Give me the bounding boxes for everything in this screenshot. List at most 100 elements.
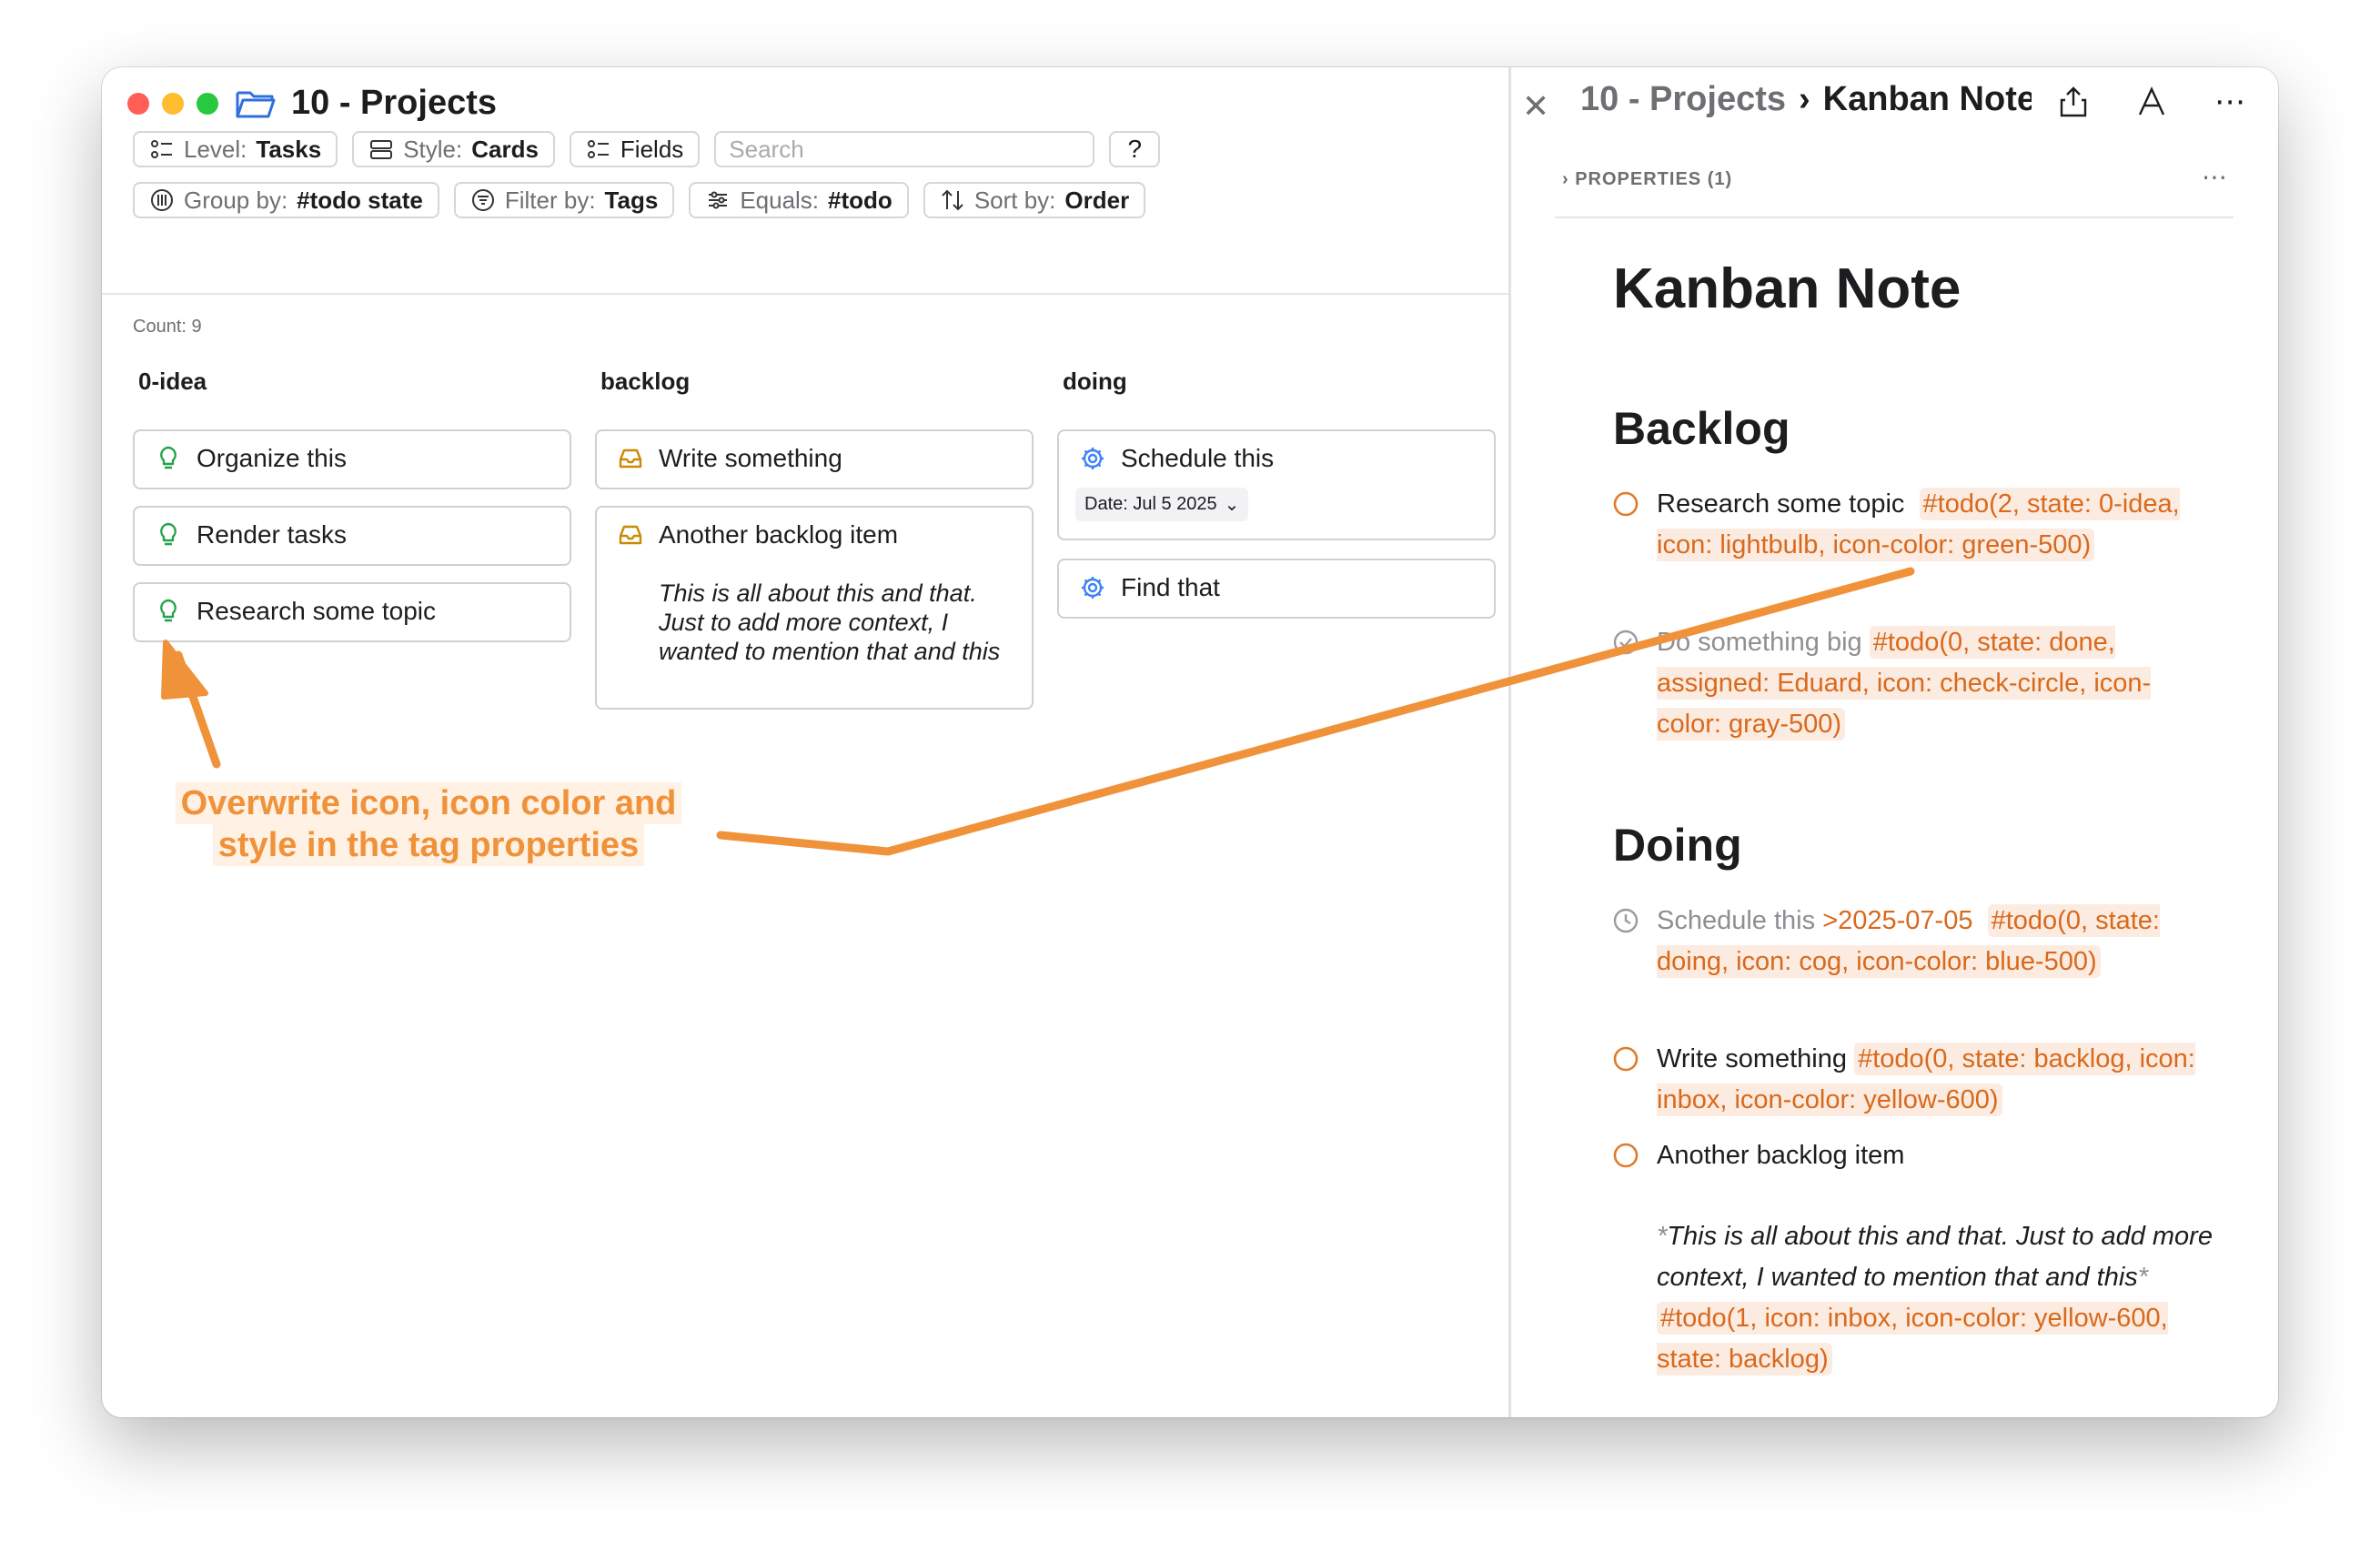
sort-arrows-icon <box>942 189 963 211</box>
level-chip[interactable]: Level: Tasks <box>133 131 338 167</box>
chevron-right-icon: › <box>1799 80 1810 118</box>
sort-by-chip[interactable]: Sort by: Order <box>923 182 1146 218</box>
kanban-card[interactable]: Another backlog item This is all about t… <box>595 506 1034 710</box>
heading-doing: Doing <box>1613 820 1742 871</box>
cog-icon <box>1082 577 1104 599</box>
card-title: Write something <box>659 444 842 472</box>
properties-more-icon[interactable]: ⋯ <box>2202 162 2227 192</box>
chevron-right-icon: › <box>1562 169 1576 189</box>
help-button[interactable]: ? <box>1109 131 1161 167</box>
todo-text: Another backlog item <box>1657 1141 1905 1170</box>
annotation-line-2: style in the tag properties <box>212 824 645 866</box>
note-pane: ✕ 10 - Projects › Kanban Note ⋯ › PROPER… <box>1511 67 2278 1417</box>
circle-icon[interactable] <box>1613 1046 1639 1072</box>
annotation-line-1: Overwrite icon, icon color and <box>175 782 682 824</box>
todo-body: This is all about this and that. Just to… <box>1657 1222 2213 1292</box>
date-chip[interactable]: Date: Jul 5 2025 ⌄ <box>1075 488 1249 521</box>
search-placeholder: Search <box>729 135 804 163</box>
folder-open-icon <box>236 91 276 117</box>
kanban-card[interactable]: Organize this <box>133 429 571 489</box>
column-title-backlog: backlog <box>600 368 691 395</box>
grid-circle-icon <box>151 189 173 211</box>
close-window-button[interactable] <box>127 93 149 115</box>
toolbar-divider <box>102 293 1510 295</box>
todo-text: Do something big <box>1657 628 1862 657</box>
group-by-chip[interactable]: Group by: #todo state <box>133 182 439 218</box>
font-style-icon[interactable] <box>2136 86 2167 118</box>
italic-marker: * <box>2137 1263 2149 1292</box>
search-input[interactable]: Search <box>714 131 1095 167</box>
close-icon[interactable]: ✕ <box>1522 87 1549 126</box>
cog-icon <box>1082 448 1104 469</box>
filter-by-key: Filter by: <box>504 186 596 214</box>
style-value: Cards <box>471 135 539 163</box>
annotation-callout: Overwrite icon, icon color and style in … <box>160 782 697 866</box>
share-icon[interactable] <box>2058 86 2089 118</box>
kanban-card[interactable]: Find that <box>1057 559 1496 619</box>
breadcrumb: 10 - Projects › Kanban Note <box>1568 80 2032 119</box>
card-title: Research some topic <box>197 597 437 625</box>
lightbulb-icon <box>160 522 176 546</box>
italic-marker: * <box>1657 1222 1668 1251</box>
window-controls <box>127 93 218 115</box>
minimize-window-button[interactable] <box>162 93 184 115</box>
sliders-icon <box>709 191 728 209</box>
group-by-value: #todo state <box>297 186 423 214</box>
zoom-window-button[interactable] <box>197 93 218 115</box>
breadcrumb-current: Kanban Note <box>1822 80 2032 118</box>
inbox-icon <box>619 448 642 469</box>
todo-item: Schedule this >2025-07-05 #todo(0, state… <box>1613 901 2214 983</box>
heading-backlog: Backlog <box>1613 403 1790 454</box>
list-icon <box>151 140 172 158</box>
todo-item: Do something big #todo(0, state: done, a… <box>1613 622 2214 745</box>
circle-icon[interactable] <box>1613 491 1639 517</box>
fields-chip[interactable]: Fields <box>569 131 701 167</box>
group-by-key: Group by: <box>184 186 288 214</box>
date-label: Date: Jul 5 2025 <box>1084 494 1217 514</box>
card-title: Organize this <box>197 444 347 472</box>
clock-icon[interactable] <box>1613 908 1639 933</box>
equals-value: #todo <box>828 186 892 214</box>
properties-label: PROPERTIES (1) <box>1575 169 1733 189</box>
level-key: Level: <box>184 135 247 163</box>
kanban-card[interactable]: Schedule this Date: Jul 5 2025 ⌄ <box>1057 429 1496 540</box>
style-chip[interactable]: Style: Cards <box>352 131 555 167</box>
chevron-down-icon: ⌄ <box>1224 495 1240 515</box>
toolbar-row-1: Level: Tasks Style: Cards Fields Search … <box>133 131 1161 167</box>
check-circle-icon[interactable] <box>1613 630 1639 655</box>
note-title: Kanban Note <box>1613 257 1961 320</box>
circle-icon[interactable] <box>1613 1143 1639 1168</box>
filter-by-value: Tags <box>604 186 659 214</box>
equals-key: Equals: <box>740 186 820 214</box>
todo-item: Research some topic #todo(2, state: 0-id… <box>1613 484 2214 566</box>
lightbulb-icon <box>160 599 176 622</box>
fields-value: Fields <box>620 135 684 163</box>
toolbar-row-2: Group by: #todo state Filter by: Tags Eq… <box>133 182 1146 218</box>
breadcrumb-parent[interactable]: 10 - Projects <box>1580 80 1786 119</box>
todo-item: Another backlog item *This is all about … <box>1613 1135 2214 1380</box>
card-title: Another backlog item <box>659 520 899 549</box>
kanban-card[interactable]: Render tasks <box>133 506 571 566</box>
window-title: 10 - Projects <box>291 84 497 122</box>
sort-by-value: Order <box>1064 186 1130 214</box>
filter-icon <box>471 189 494 211</box>
sort-by-key: Sort by: <box>973 186 1056 214</box>
filter-by-chip[interactable]: Filter by: Tags <box>453 182 675 218</box>
kanban-card[interactable]: Write something <box>595 429 1034 489</box>
item-count: Count: 9 <box>133 317 202 337</box>
card-title: Find that <box>1121 573 1220 601</box>
todo-date[interactable]: >2025-07-05 <box>1822 906 1972 935</box>
column-title-doing: doing <box>1063 368 1127 395</box>
more-icon[interactable]: ⋯ <box>2214 84 2245 120</box>
page-title: 10 - Projects <box>235 84 497 123</box>
level-value: Tasks <box>256 135 322 163</box>
properties-toggle[interactable]: › PROPERTIES (1) <box>1562 169 1732 190</box>
lightbulb-icon <box>160 446 176 469</box>
todo-tag[interactable]: #todo(1, icon: inbox, icon-color: yellow… <box>1657 1302 2168 1376</box>
properties-divider <box>1555 217 2234 218</box>
kanban-card[interactable]: Research some topic <box>133 582 571 642</box>
equals-chip[interactable]: Equals: #todo <box>689 182 909 218</box>
rows-icon <box>370 140 393 159</box>
todo-text: Schedule this <box>1657 906 1816 935</box>
style-key: Style: <box>403 135 463 163</box>
